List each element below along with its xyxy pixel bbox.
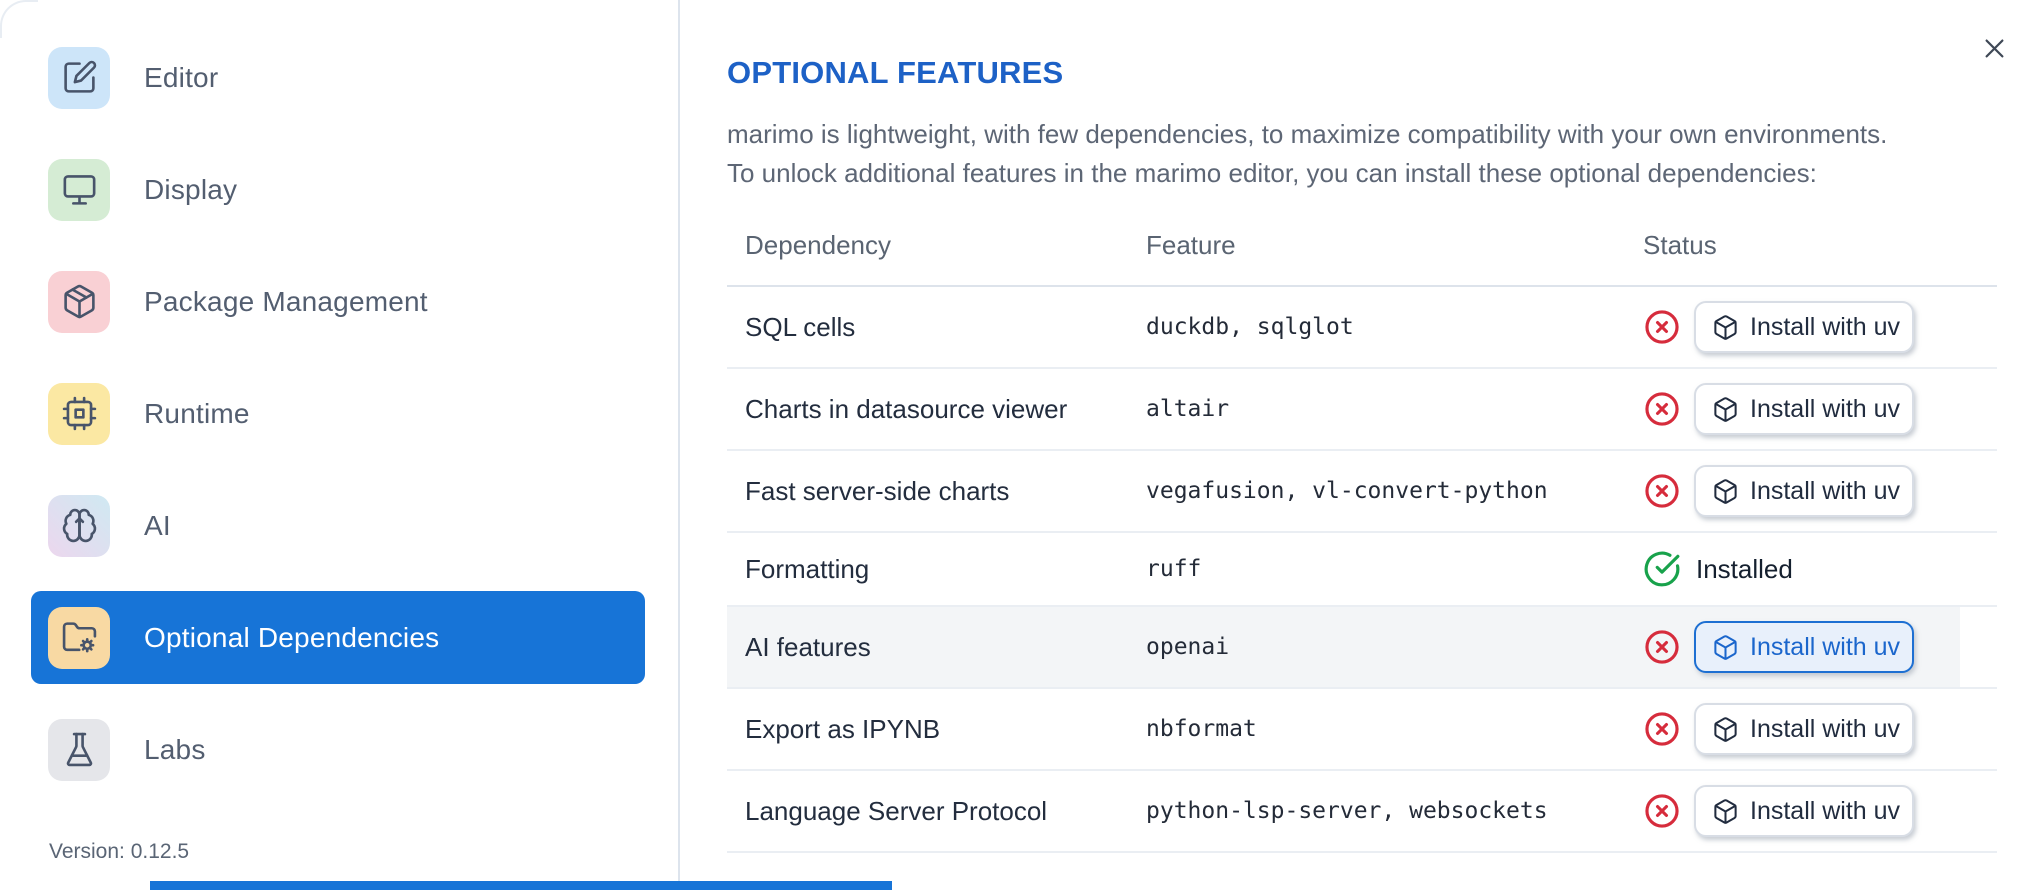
install-button-label: Install with uv (1750, 796, 1901, 825)
sidebar-item-label: Labs (144, 733, 206, 765)
feature-cell: openai (1146, 634, 1230, 660)
sidebar-item-label: Optional Dependencies (144, 621, 440, 653)
dependencies-table: Dependency Feature Status SQL cells duck… (727, 205, 1997, 853)
table-row: Export as IPYNB nbformat Install with uv (727, 689, 1997, 771)
install-with-uv-button[interactable]: Install with uv (1694, 465, 1914, 517)
not-installed-icon (1643, 628, 1681, 666)
feature-cell: altair (1146, 396, 1230, 422)
status-cell: Install with uv (1643, 383, 1997, 435)
package-cube-icon (1714, 314, 1737, 340)
dependency-cell: Formatting (745, 553, 870, 584)
install-with-uv-button[interactable]: Install with uv (1694, 621, 1914, 673)
close-icon[interactable] (1976, 30, 2012, 66)
description-text: marimo is lightweight, with few dependen… (727, 115, 1997, 193)
dependency-cell: Export as IPYNB (745, 713, 941, 744)
dependency-cell: Fast server-side charts (745, 475, 1010, 506)
cpu-icon (48, 382, 110, 445)
not-installed-icon (1643, 472, 1681, 510)
table-row: Charts in datasource viewer altair Insta… (727, 369, 1997, 451)
table-row: Fast server-side charts vegafusion, vl-c… (727, 451, 1997, 533)
dependency-cell: Charts in datasource viewer (745, 393, 1068, 424)
install-button-label: Install with uv (1750, 394, 1901, 423)
page-title: OPTIONAL FEATURES (727, 55, 1064, 90)
sidebar-item-runtime[interactable]: Runtime (31, 367, 645, 460)
sidebar-item-label: Package Management (144, 285, 428, 317)
table-row: Language Server Protocol python-lsp-serv… (727, 771, 1997, 853)
not-installed-icon (1643, 308, 1681, 346)
dependency-cell: AI features (745, 631, 871, 662)
feature-cell: nbformat (1146, 716, 1257, 742)
bottom-accent-bar (150, 881, 892, 890)
installed-label: Installed (1696, 553, 1793, 584)
install-button-label: Install with uv (1750, 476, 1901, 505)
install-button-label: Install with uv (1750, 632, 1901, 661)
package-cube-icon (1714, 798, 1737, 824)
install-button-label: Install with uv (1750, 714, 1901, 743)
sidebar-item-labs[interactable]: Labs (31, 703, 645, 796)
install-with-uv-button[interactable]: Install with uv (1694, 703, 1914, 755)
column-header-status: Status (1643, 230, 1717, 260)
flask-icon (48, 718, 110, 781)
install-with-uv-button[interactable]: Install with uv (1694, 383, 1914, 435)
folder-cog-icon (48, 606, 110, 669)
install-button-label: Install with uv (1750, 312, 1901, 341)
status-cell: Install with uv (1643, 465, 1997, 517)
dependency-cell: Language Server Protocol (745, 795, 1048, 826)
sidebar-item-display[interactable]: Display (31, 143, 645, 236)
not-installed-icon (1643, 390, 1681, 428)
settings-sidebar: Editor Display Package Management Runtim… (0, 0, 680, 890)
feature-cell: python-lsp-server, websockets (1146, 798, 1548, 824)
optional-features-panel: OPTIONAL FEATURES marimo is lightweight,… (682, 0, 2042, 890)
sidebar-item-editor[interactable]: Editor (31, 31, 645, 124)
feature-cell: duckdb, sqlglot (1146, 314, 1354, 340)
settings-nav: Editor Display Package Management Runtim… (31, 31, 645, 796)
not-installed-icon (1643, 792, 1681, 830)
sidebar-item-package-management[interactable]: Package Management (31, 255, 645, 348)
dependency-cell: SQL cells (745, 311, 856, 342)
status-cell: Install with uv (1643, 301, 1997, 353)
install-with-uv-button[interactable]: Install with uv (1694, 785, 1914, 837)
sidebar-item-label: Editor (144, 61, 219, 93)
not-installed-icon (1643, 710, 1681, 748)
table-row: AI features openai Install with uv (727, 607, 1997, 689)
description-line-2: To unlock additional features in the mar… (727, 158, 1817, 188)
monitor-icon (48, 158, 110, 221)
feature-cell: ruff (1146, 556, 1202, 582)
package-icon (48, 270, 110, 333)
version-label: Version: 0.12.5 (49, 840, 190, 863)
table-row: Formatting ruff Installed (727, 533, 1997, 607)
status-cell: Install with uv (1643, 703, 1997, 755)
sidebar-item-ai[interactable]: AI (31, 479, 645, 572)
package-cube-icon (1714, 396, 1737, 422)
package-cube-icon (1714, 634, 1737, 660)
status-cell: Install with uv (1643, 785, 1997, 837)
package-cube-icon (1714, 716, 1737, 742)
settings-dialog: Editor Display Package Management Runtim… (0, 0, 2042, 890)
sidebar-item-label: Display (144, 173, 238, 205)
install-with-uv-button[interactable]: Install with uv (1694, 301, 1914, 353)
table-header: Dependency Feature Status (727, 205, 1997, 287)
package-cube-icon (1714, 478, 1737, 504)
sidebar-item-optional-dependencies[interactable]: Optional Dependencies (31, 591, 645, 684)
column-header-dependency: Dependency (745, 230, 891, 260)
table-row: SQL cells duckdb, sqlglot Install with u… (727, 287, 1997, 369)
column-header-feature: Feature (1146, 230, 1236, 260)
installed-check-icon (1643, 550, 1681, 588)
status-cell: Installed (1643, 550, 1997, 588)
feature-cell: vegafusion, vl-convert-python (1146, 478, 1548, 504)
status-cell: Install with uv (1643, 621, 1997, 673)
sidebar-item-label: Runtime (144, 397, 250, 429)
sidebar-item-label: AI (144, 509, 171, 541)
brain-icon (48, 494, 110, 557)
edit-square-icon (48, 46, 110, 109)
description-line-1: marimo is lightweight, with few dependen… (727, 119, 1888, 149)
